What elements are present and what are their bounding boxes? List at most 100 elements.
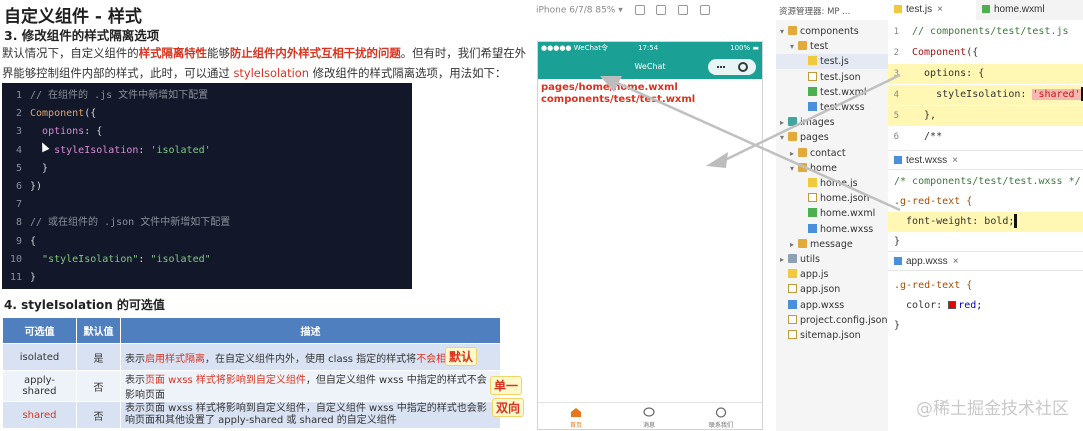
- status-time: 17:54: [638, 44, 659, 52]
- folder-icon: [788, 132, 797, 142]
- screenshot-icon[interactable]: [678, 5, 689, 15]
- js-icon: [788, 269, 797, 279]
- mini-program-capsule[interactable]: [708, 59, 756, 75]
- tab-label: 联系我们: [708, 422, 733, 429]
- line-number: 10: [9, 253, 22, 265]
- code-token: red;: [958, 300, 983, 311]
- desc-text: 表示: [125, 375, 145, 386]
- wxml-icon: [808, 208, 817, 218]
- close-icon[interactable]: ×: [952, 155, 958, 166]
- annotation-tag-both: 双向: [492, 398, 525, 417]
- device-select[interactable]: iPhone 6/7/8 85% ▾: [536, 6, 623, 16]
- tree-item[interactable]: app.js: [776, 267, 888, 282]
- json-icon: [808, 193, 817, 203]
- volume-icon[interactable]: [634, 5, 645, 15]
- tab-home[interactable]: 首页: [556, 407, 596, 429]
- tree-item[interactable]: sitemap.json: [776, 328, 888, 343]
- code-token: ({: [966, 47, 979, 58]
- intro-paragraph: 默认情况下，自定义组件的样式隔离特性能够防止组件内外样式互相干扰的问题。但有时，…: [2, 43, 534, 83]
- editor-line: 3 options: {: [888, 64, 1083, 84]
- phone-simulator: ●●●●● WeChat令 17:54 100% ▬ WeChat pages/…: [537, 41, 763, 430]
- tree-item[interactable]: ▾ test: [776, 39, 888, 54]
- code-token: options: {: [912, 68, 985, 79]
- options-table: 可选值 默认值 描述 isolated 是 表示启用样式隔离，在自定义组件内外，…: [2, 317, 501, 429]
- desc-highlight: 启用样式隔离: [145, 353, 205, 365]
- chevron-icon: ▸: [780, 255, 785, 264]
- tree-item[interactable]: ▾ home: [776, 161, 888, 176]
- code-token: options: [42, 126, 85, 138]
- tree-item[interactable]: test.wxss: [776, 100, 888, 115]
- tree-item[interactable]: ▸ utils: [776, 252, 888, 267]
- code-token: /* components/test/test.wxss */: [894, 176, 1081, 187]
- tree-item-label: test.wxml: [820, 86, 867, 98]
- code-line: 9{: [2, 233, 412, 251]
- tree-item[interactable]: home.js: [776, 176, 888, 191]
- desc-highlight: 页面 wxss 样式将影响到自定义组件: [145, 375, 306, 386]
- line-number: 2: [15, 108, 22, 120]
- phone-status-bar: ●●●●● WeChat令 17:54 100% ▬: [538, 42, 762, 55]
- tab-test-js[interactable]: test.js ×: [888, 0, 976, 20]
- tree-item-label: home.json: [820, 193, 870, 205]
- tree-item[interactable]: ▸ message: [776, 237, 888, 252]
- tree-item[interactable]: ▸ contact: [776, 146, 888, 161]
- wxss-icon: [788, 299, 797, 309]
- code-token: 'isolated': [150, 144, 211, 156]
- para-highlight-1: 样式隔离特性: [138, 46, 208, 60]
- tree-item[interactable]: ▸ images: [776, 115, 888, 130]
- table-header-value: 可选值: [2, 317, 77, 344]
- tab-app-wxss[interactable]: app.wxss ×: [888, 252, 959, 272]
- para-highlight-3: styleIsolation: [233, 66, 309, 80]
- table-header-desc: 描述: [120, 317, 501, 344]
- tab-home-wxml[interactable]: home.wxml: [976, 0, 1083, 20]
- close-icon[interactable]: ×: [937, 4, 943, 15]
- tree-item[interactable]: project.config.json: [776, 313, 888, 328]
- tree-item[interactable]: home.wxss: [776, 222, 888, 237]
- table-header-row: 可选值 默认值 描述: [2, 317, 501, 344]
- folder-icon: [798, 238, 807, 248]
- close-capsule-icon[interactable]: [738, 62, 748, 72]
- wxss-icon: [808, 102, 817, 111]
- editor-line: /* components/test/test.wxss */: [888, 172, 1083, 192]
- tree-item-label: app.js: [800, 269, 829, 281]
- table-cell-default: 否: [76, 401, 121, 429]
- tree-item[interactable]: home.wxml: [776, 206, 888, 221]
- more-icon[interactable]: [717, 66, 719, 68]
- code-token: "styleIsolation": [42, 253, 139, 265]
- tab-message[interactable]: 消息: [629, 407, 669, 429]
- tree-item[interactable]: home.json: [776, 191, 888, 206]
- tree-item[interactable]: test.json: [776, 70, 888, 85]
- popout-icon[interactable]: [700, 5, 711, 15]
- code-token: }: [30, 272, 37, 283]
- code-token: /**: [912, 131, 943, 142]
- code-token: ({: [84, 108, 97, 120]
- table-cell-value: apply-shared: [2, 370, 77, 402]
- screen: 自定义组件 - 样式 3. 修改组件的样式隔离选项 默认情况下，自定义组件的样式…: [0, 0, 1083, 431]
- tab-label: app.wxss: [906, 256, 948, 267]
- color-swatch-icon[interactable]: [948, 301, 957, 309]
- chevron-icon: ▸: [790, 148, 795, 158]
- close-icon[interactable]: ×: [953, 256, 959, 267]
- tree-item-label: images: [800, 117, 835, 129]
- code-token: }: [894, 236, 901, 247]
- tab-contact[interactable]: 联系我们: [701, 407, 741, 429]
- code-token: font-weight: bold;: [894, 216, 1015, 227]
- tree-item-label: home: [810, 162, 837, 174]
- tree-item[interactable]: ▾ pages: [776, 130, 888, 145]
- tree-item[interactable]: app.json: [776, 282, 888, 297]
- editor-tabbar: test.js × home.wxml: [888, 0, 1083, 20]
- table-cell-value: shared: [2, 401, 77, 429]
- json-icon: [788, 330, 797, 339]
- tab-test-wxss[interactable]: test.wxss ×: [888, 151, 958, 171]
- line-number: 1: [15, 90, 22, 101]
- code-editor: test.js × home.wxml 1 // components/test/t…: [888, 0, 1083, 431]
- para-highlight-2: 防止组件内外样式互相干扰的问题: [229, 46, 401, 60]
- code-token: :: [138, 253, 151, 265]
- tree-item[interactable]: test.wxml: [776, 85, 888, 100]
- tree-item[interactable]: app.wxss: [776, 298, 888, 313]
- tree-item[interactable]: ▾ components: [776, 24, 888, 39]
- tree-item-label: message: [810, 238, 853, 250]
- editor-line: 5 },: [888, 106, 1083, 126]
- tree-item[interactable]: test.js: [776, 54, 888, 70]
- rotate-icon[interactable]: [656, 5, 667, 15]
